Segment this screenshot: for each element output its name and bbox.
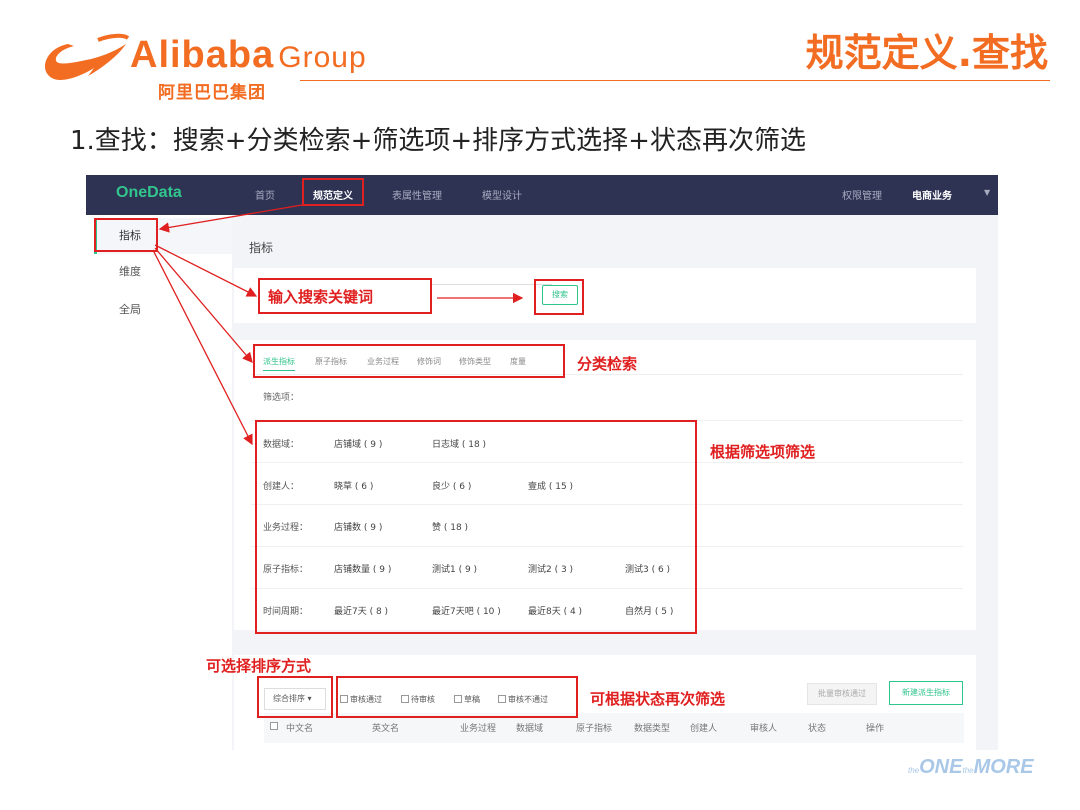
nav-ecommerce[interactable]: 电商业务 (912, 187, 952, 202)
chevron-down-icon[interactable]: ▼ (984, 188, 990, 197)
slide-subtitle: 1.查找：搜索+分类检索+筛选项+排序方式选择+状态再次筛选 (70, 126, 806, 156)
checkbox-icon[interactable] (270, 722, 278, 730)
annotation-box-tabs (253, 344, 565, 378)
annotation-sort-text: 可选择排序方式 (206, 657, 312, 675)
annotation-status-text: 可根据状态再次筛选 (590, 690, 726, 708)
annotation-search-text: 输入搜索关键词 (268, 288, 374, 306)
annotation-category-text: 分类检索 (577, 355, 638, 373)
annotation-box-sort (257, 676, 333, 718)
table-header-cell: 数据域 (516, 724, 544, 734)
logo-group-text: Group (278, 41, 367, 74)
watermark-one: ONE (919, 756, 963, 778)
onedata-brand[interactable]: OneData (116, 184, 182, 202)
nav-model-design[interactable]: 模型设计 (482, 187, 522, 202)
table-header-cell: 英文名 (372, 724, 400, 734)
header-divider (300, 80, 1050, 81)
annotation-box-nav (302, 178, 364, 206)
annotation-box-search-button (534, 279, 584, 315)
table-header-cell: 中文名 (286, 724, 314, 734)
sidebar-item-dimension[interactable]: 维度 (94, 254, 232, 290)
watermark-the-2: the (962, 766, 974, 775)
nav-home[interactable]: 首页 (255, 187, 275, 202)
table-header-cell: 操作 (866, 724, 885, 734)
table-header-cell: 业务过程 (460, 724, 497, 734)
sidebar-item-global[interactable]: 全局 (94, 292, 232, 328)
new-derived-metric-button[interactable]: 新建派生指标 (889, 681, 963, 705)
select-all-checkbox[interactable] (270, 722, 280, 732)
nav-permission[interactable]: 权限管理 (842, 187, 882, 202)
page-title: 指标 (249, 241, 274, 255)
annotation-filter-text: 根据筛选项筛选 (710, 443, 816, 461)
watermark-the: the (908, 766, 920, 775)
alibaba-group-logo: Alibaba Group 阿里巴巴集团 (38, 26, 398, 103)
alibaba-swoosh-icon (45, 33, 130, 80)
table-header-cell: 数据类型 (634, 724, 671, 734)
logo-chinese-text: 阿里巴巴集团 (158, 83, 266, 103)
filter-label: 筛选项： (263, 393, 300, 403)
logo-alibaba-text: Alibaba (130, 34, 275, 76)
table-header-cell: 原子指标 (576, 724, 613, 734)
slide-title: 规范定义.查找 (805, 31, 1048, 75)
table-header-cell: 创建人 (690, 724, 718, 734)
watermark-more: MORE (973, 756, 1034, 778)
table-header-cell: 状态 (808, 724, 827, 734)
annotation-box-sidebar (94, 218, 158, 252)
table-header-cell: 审核人 (750, 724, 778, 734)
annotation-box-filters (255, 420, 697, 634)
nav-table-attr[interactable]: 表属性管理 (392, 187, 442, 202)
annotation-box-status (336, 676, 578, 718)
batch-approve-button[interactable]: 批量审核通过 (807, 683, 877, 705)
the-one-the-more-watermark: theONEtheMORE (908, 756, 1034, 779)
